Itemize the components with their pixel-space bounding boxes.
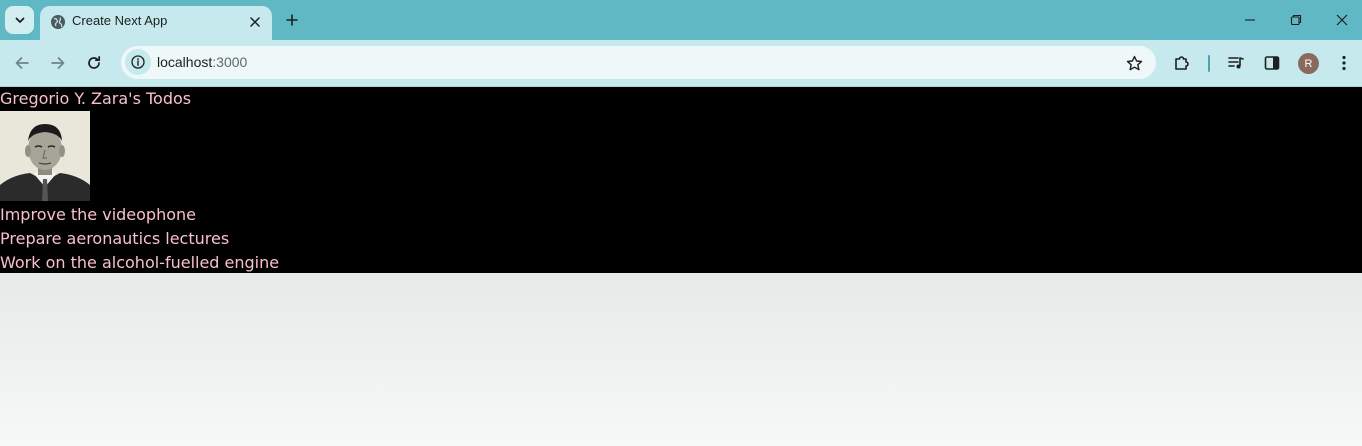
media-queue-icon — [1228, 57, 1244, 69]
todo-item: Work on the alcohol-fuelled engine — [0, 253, 280, 272]
star-icon — [1126, 55, 1142, 70]
restore-icon — [1290, 14, 1302, 26]
reload-button[interactable] — [79, 48, 109, 78]
kebab-menu-icon — [1342, 55, 1346, 71]
todo-app: Gregorio Y. Zara's Todos Improve the vid… — [0, 87, 1362, 273]
new-tab-button[interactable] — [281, 9, 303, 31]
media-controls-button[interactable] — [1221, 48, 1251, 78]
url-port: :3000 — [212, 54, 248, 70]
close-icon — [1336, 14, 1348, 26]
tab-close-button[interactable] — [246, 13, 264, 31]
bookmark-button[interactable] — [1124, 53, 1144, 73]
page-heading: Gregorio Y. Zara's Todos — [0, 89, 192, 108]
todo-item: Prepare aeronautics lectures — [0, 229, 230, 248]
minimize-icon — [1245, 19, 1255, 21]
url-host: localhost — [157, 54, 213, 70]
extensions-button[interactable] — [1167, 48, 1197, 78]
side-panel-icon — [1264, 56, 1280, 70]
forward-button[interactable] — [43, 48, 73, 78]
info-icon — [131, 55, 145, 69]
browser-menu-button[interactable] — [1329, 48, 1359, 78]
tab-title: Create Next App — [72, 13, 168, 28]
close-icon — [250, 17, 260, 27]
arrow-left-icon — [15, 57, 29, 69]
portrait-image — [0, 111, 90, 201]
toolbar-separator — [1208, 55, 1210, 72]
plus-icon — [286, 14, 298, 26]
todo-item: Improve the videophone — [0, 205, 196, 224]
url-text[interactable]: localhost:3000 — [157, 54, 247, 71]
back-button[interactable] — [7, 48, 37, 78]
restore-button[interactable] — [1273, 6, 1319, 34]
page-viewport: Gregorio Y. Zara's Todos Improve the vid… — [0, 87, 1362, 446]
side-panel-button[interactable] — [1257, 48, 1287, 78]
profile-avatar[interactable]: R — [1298, 53, 1319, 74]
site-info-button[interactable] — [125, 49, 151, 75]
browser-toolbar: localhost:3000 R — [0, 40, 1362, 87]
minimize-button[interactable] — [1227, 6, 1273, 34]
tab-search-button[interactable] — [5, 6, 34, 34]
tab-strip: Create Next App — [0, 0, 1362, 40]
puzzle-icon — [1175, 56, 1189, 70]
close-window-button[interactable] — [1319, 6, 1362, 34]
globe-icon — [51, 15, 65, 29]
active-tab[interactable]: Create Next App — [40, 6, 272, 40]
reload-icon — [88, 55, 101, 69]
arrow-right-icon — [51, 57, 65, 69]
todo-list: Improve the videophone Prepare aeronauti… — [0, 203, 279, 275]
address-bar[interactable]: localhost:3000 — [121, 46, 1156, 79]
chevron-down-icon — [15, 17, 24, 23]
